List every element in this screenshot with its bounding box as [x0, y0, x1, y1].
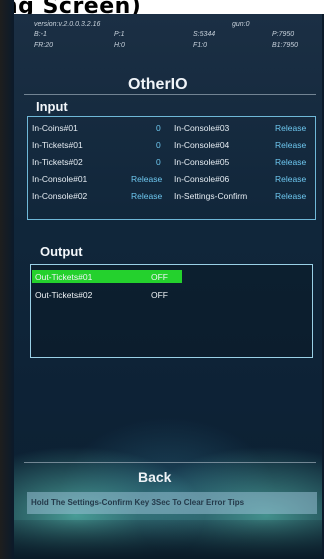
- input-value: Release: [275, 140, 307, 150]
- input-value: Release: [275, 174, 307, 184]
- output-section-label: Output: [40, 244, 83, 259]
- input-row: In-Tickets#02 0 In-Console#05 Release: [28, 154, 317, 170]
- input-panel: In-Coins#01 0 In-Console#03 Release In-T…: [27, 116, 316, 220]
- p-text: P:7950: [272, 31, 295, 38]
- h-text: H:0: [114, 42, 125, 49]
- input-name: In-Tickets#01: [32, 140, 83, 150]
- input-value: Release: [275, 191, 307, 201]
- input-name: In-Console#06: [174, 174, 230, 184]
- input-value: Release: [275, 157, 307, 167]
- page-title: OtherIO: [128, 76, 188, 93]
- output-name: Out-Tickets#01: [35, 272, 93, 282]
- input-row: In-Console#01 Release In-Console#06 Rele…: [28, 171, 317, 187]
- input-value: Release: [131, 174, 163, 184]
- error-tip-text: Hold The Settings-Confirm Key 3Sec To Cl…: [31, 498, 245, 507]
- output-row[interactable]: Out-Tickets#02 OFF: [32, 288, 182, 301]
- input-row: In-Coins#01 0 In-Console#03 Release: [28, 120, 317, 136]
- input-value: 0: [156, 140, 161, 150]
- back-divider: [24, 462, 316, 463]
- input-section-label: Input: [36, 99, 68, 114]
- output-value: OFF: [151, 272, 168, 282]
- output-panel: Out-Tickets#01 OFF Out-Tickets#02 OFF: [30, 264, 313, 358]
- input-name: In-Coins#01: [32, 123, 78, 133]
- input-name: In-Console#01: [32, 174, 88, 184]
- p1-text: P:1: [114, 31, 125, 38]
- output-value: OFF: [151, 290, 168, 300]
- input-row: In-Tickets#01 0 In-Console#04 Release: [28, 137, 317, 153]
- input-name: In-Console#03: [174, 123, 230, 133]
- back-button[interactable]: Back: [138, 469, 171, 485]
- output-name: Out-Tickets#02: [35, 290, 93, 300]
- input-name: In-Console#04: [174, 140, 230, 150]
- input-value: 0: [156, 157, 161, 167]
- error-tip-banner: Hold The Settings-Confirm Key 3Sec To Cl…: [27, 492, 317, 514]
- fr-text: FR:20: [34, 42, 54, 49]
- gun-text: gun:0: [232, 21, 250, 28]
- output-row-selected[interactable]: Out-Tickets#01 OFF: [32, 270, 182, 283]
- input-name: In-Console#02: [32, 191, 88, 201]
- input-name: In-Console#05: [174, 157, 230, 167]
- title-divider: [24, 94, 316, 95]
- input-name: In-Tickets#02: [32, 157, 83, 167]
- b1-text: B1:7950: [272, 42, 299, 49]
- top-caption-bar: ng Screen): [0, 0, 324, 19]
- input-value: Release: [131, 191, 163, 201]
- input-value: Release: [275, 123, 307, 133]
- f-text: F1:0: [193, 42, 208, 49]
- b-text: B:-1: [34, 31, 47, 38]
- input-row: In-Console#02 Release In-Settings-Confir…: [28, 188, 317, 204]
- version-text: version:v.2.0.0.3.2.16: [34, 21, 101, 28]
- left-edge: [0, 0, 14, 559]
- input-value: 0: [156, 123, 161, 133]
- bottom-bezel: [14, 520, 322, 559]
- input-name: In-Settings-Confirm: [174, 191, 248, 201]
- s-text: S:5344: [193, 31, 216, 38]
